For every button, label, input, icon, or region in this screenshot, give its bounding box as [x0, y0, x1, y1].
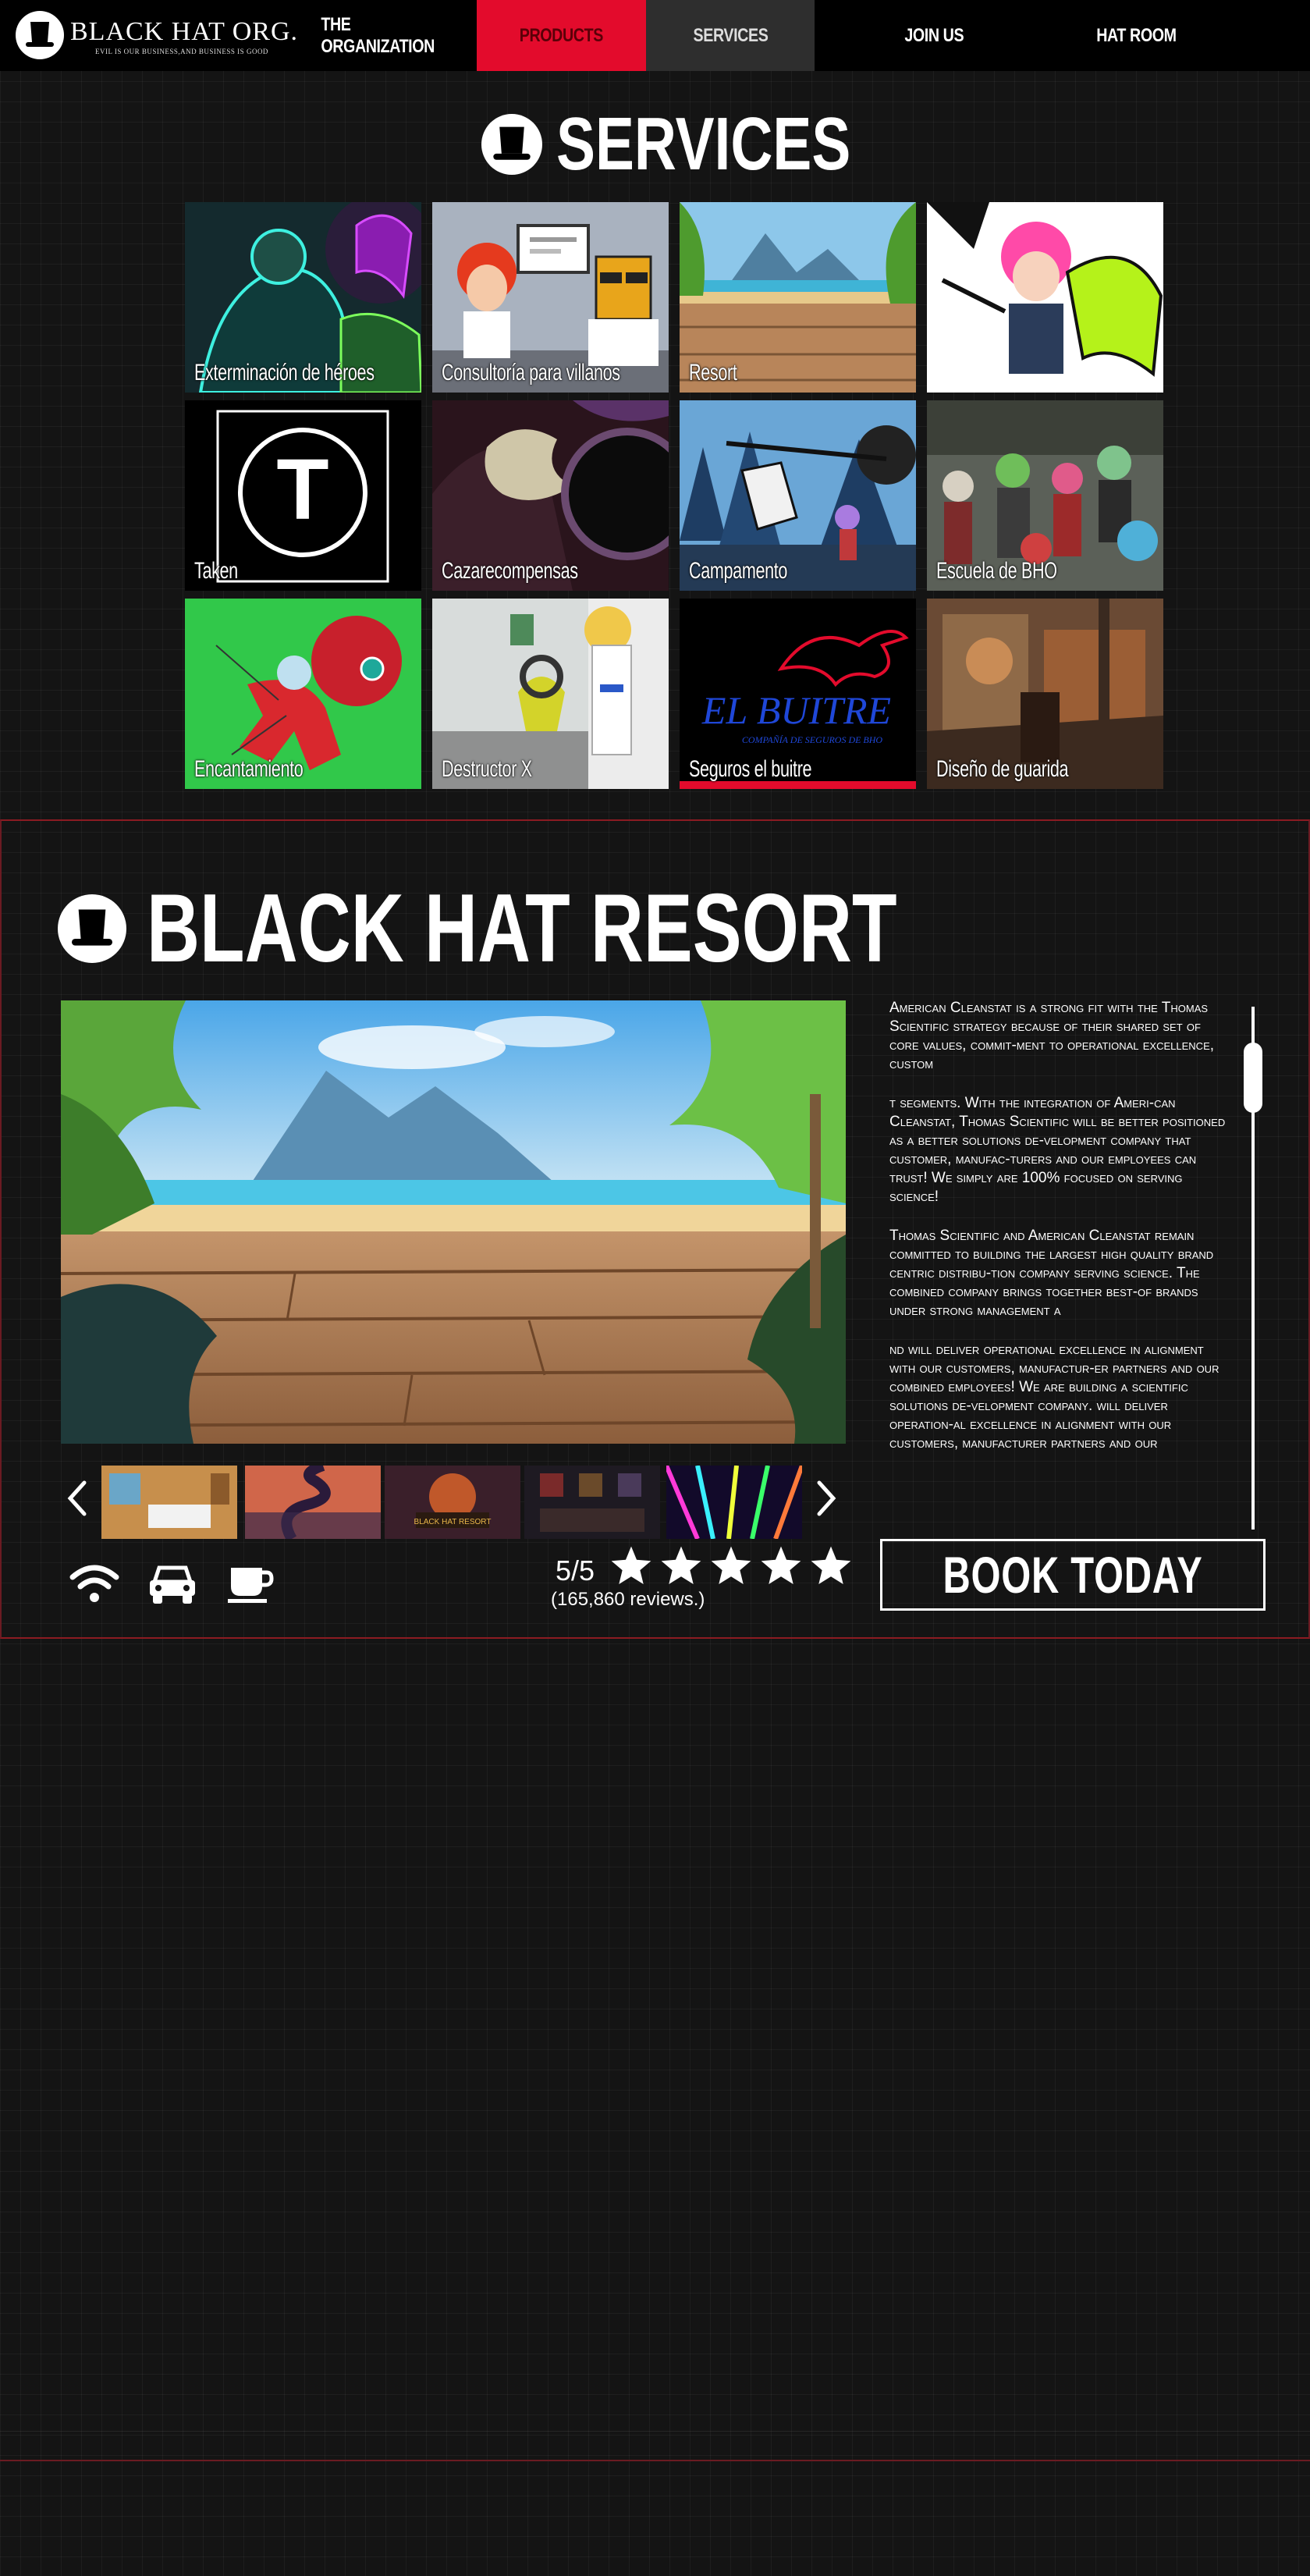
- description-paragraph: t segments. With the integration of Amer…: [889, 1095, 1226, 1205]
- services-title: SERVICES: [556, 102, 851, 186]
- rating: 5/5 (165,860 reviews.): [551, 1544, 855, 1614]
- divider: [0, 2460, 1310, 2461]
- tile-label: Escuela de BHO: [936, 558, 1057, 584]
- star-icon: [661, 1546, 701, 1584]
- service-tile-comic[interactable]: [927, 202, 1163, 393]
- room-image: [101, 1466, 237, 1539]
- carousel-thumb[interactable]: [245, 1466, 381, 1539]
- slide-image: [245, 1466, 381, 1539]
- top-nav: BLACK HAT ORG. EVIL IS OUR BUSINESS,AND …: [0, 0, 1310, 71]
- nav-label: THE ORGANIZATION: [321, 13, 435, 57]
- top-hat-icon: [58, 894, 126, 963]
- star-icon: [761, 1546, 801, 1584]
- services-heading: SERVICES: [481, 101, 934, 187]
- top-hat-icon: [481, 114, 542, 175]
- thumb-sign-text: BLACK HAT RESORT: [414, 1518, 492, 1526]
- service-tile-lair[interactable]: Diseño de guarida: [927, 599, 1163, 789]
- nav-hat-room[interactable]: HAT ROOM: [1053, 0, 1219, 71]
- chevron-left-icon: [67, 1480, 87, 1516]
- resort-heading: BLACK HAT RESORT: [58, 874, 1134, 983]
- star-icon: [611, 1546, 651, 1584]
- nav-label: HAT ROOM: [1095, 24, 1177, 46]
- carousel-thumb[interactable]: [666, 1466, 802, 1539]
- service-tile-bounty[interactable]: Cazarecompensas: [432, 400, 669, 591]
- resort-title: BLACK HAT RESORT: [147, 875, 897, 982]
- service-tile-insurance[interactable]: EL BUITRE COMPAÑÍA DE SEGUROS DE BHO Seg…: [680, 599, 916, 789]
- amenities: [69, 1557, 276, 1611]
- thumbnail-carousel: BLACK HAT RESORT: [61, 1461, 846, 1539]
- nav-label: SERVICES: [693, 24, 768, 46]
- services-grid: Exterminación de héroes Consultoría para…: [185, 202, 1163, 790]
- tile-label: Diseño de guarida: [936, 756, 1069, 782]
- coffee-icon: [225, 1558, 276, 1610]
- service-tile-school[interactable]: Escuela de BHO: [927, 400, 1163, 591]
- nav-label: JOIN US: [904, 24, 964, 46]
- beach-image: [61, 1000, 846, 1444]
- nav-the-organization[interactable]: THE ORGANIZATION: [306, 0, 474, 71]
- tile-label: Campamento: [689, 558, 788, 584]
- taken-letter: T: [276, 442, 328, 538]
- buitre-subtitle: COMPAÑÍA DE SEGUROS DE BHO: [742, 734, 883, 745]
- tile-label: Cazarecompensas: [442, 558, 578, 584]
- service-tile-destructor[interactable]: Destructor X: [432, 599, 669, 789]
- description-paragraph: Thomas Scientific and American Cleanstat…: [889, 1228, 1214, 1319]
- chevron-right-icon: [817, 1480, 836, 1516]
- service-tile-resort[interactable]: Resort: [680, 202, 916, 393]
- rating-count: (165,860 reviews.): [551, 1589, 705, 1610]
- nav-products[interactable]: PRODUCTS: [477, 0, 646, 71]
- tile-label: Resort: [689, 360, 737, 386]
- book-today-button[interactable]: BOOK TODAY: [880, 1539, 1266, 1611]
- tile-label: Encantamiento: [194, 756, 304, 782]
- lounge-image: [524, 1466, 660, 1539]
- nav-join-us[interactable]: JOIN US: [850, 0, 1017, 71]
- resort-main-image[interactable]: [61, 1000, 846, 1444]
- service-tile-taken[interactable]: T Taken: [185, 400, 421, 591]
- tile-label: Consultoría para villanos: [442, 360, 620, 386]
- nav-label: PRODUCTS: [519, 24, 604, 46]
- carousel-thumb[interactable]: [524, 1466, 660, 1539]
- carousel-thumb[interactable]: BLACK HAT RESORT: [385, 1466, 520, 1539]
- tile-label: Taken: [194, 558, 238, 584]
- resort-description: American Cleanstat is a strong fit with …: [889, 999, 1227, 1530]
- party-image: [666, 1466, 802, 1539]
- top-hat-icon: [16, 11, 64, 59]
- description-paragraph: nd will deliver operational excellence i…: [889, 1341, 1219, 1451]
- carousel-prev-button[interactable]: [61, 1475, 92, 1522]
- rating-score: 5/5: [556, 1554, 595, 1586]
- tile-label: Exterminación de héroes: [194, 360, 375, 386]
- logo[interactable]: BLACK HAT ORG. EVIL IS OUR BUSINESS,AND …: [16, 11, 297, 59]
- buitre-brand: EL BUITRE: [701, 688, 891, 732]
- star-icon: [811, 1546, 851, 1584]
- wifi-icon: [69, 1558, 120, 1610]
- carousel-thumb[interactable]: [101, 1466, 237, 1539]
- service-tile-enchant[interactable]: Encantamiento: [185, 599, 421, 789]
- book-today-label: BOOK TODAY: [943, 1546, 1203, 1604]
- resort-sign-image: BLACK HAT RESORT: [385, 1466, 520, 1539]
- carousel-next-button[interactable]: [811, 1475, 843, 1522]
- logo-text: BLACK HAT ORG.: [70, 17, 299, 46]
- description-scrollbar-thumb[interactable]: [1244, 1043, 1262, 1113]
- tile-label: Seguros el buitre: [689, 756, 812, 782]
- description-paragraph: American Cleanstat is a strong fit with …: [889, 1000, 1215, 1072]
- service-tile-camp[interactable]: Campamento: [680, 400, 916, 591]
- star-icon: [711, 1546, 751, 1584]
- service-tile-consulting[interactable]: Consultoría para villanos: [432, 202, 669, 393]
- comic-image: [927, 202, 1163, 393]
- car-icon: [147, 1558, 198, 1610]
- service-tile-heroes[interactable]: Exterminación de héroes: [185, 202, 421, 393]
- divider: [0, 2431, 1310, 2432]
- nav-services[interactable]: SERVICES: [646, 0, 815, 71]
- star-rating: [609, 1544, 854, 1589]
- logo-tagline: EVIL IS OUR BUSINESS,AND BUSINESS IS GOO…: [95, 48, 268, 55]
- tile-label: Destructor X: [442, 756, 532, 782]
